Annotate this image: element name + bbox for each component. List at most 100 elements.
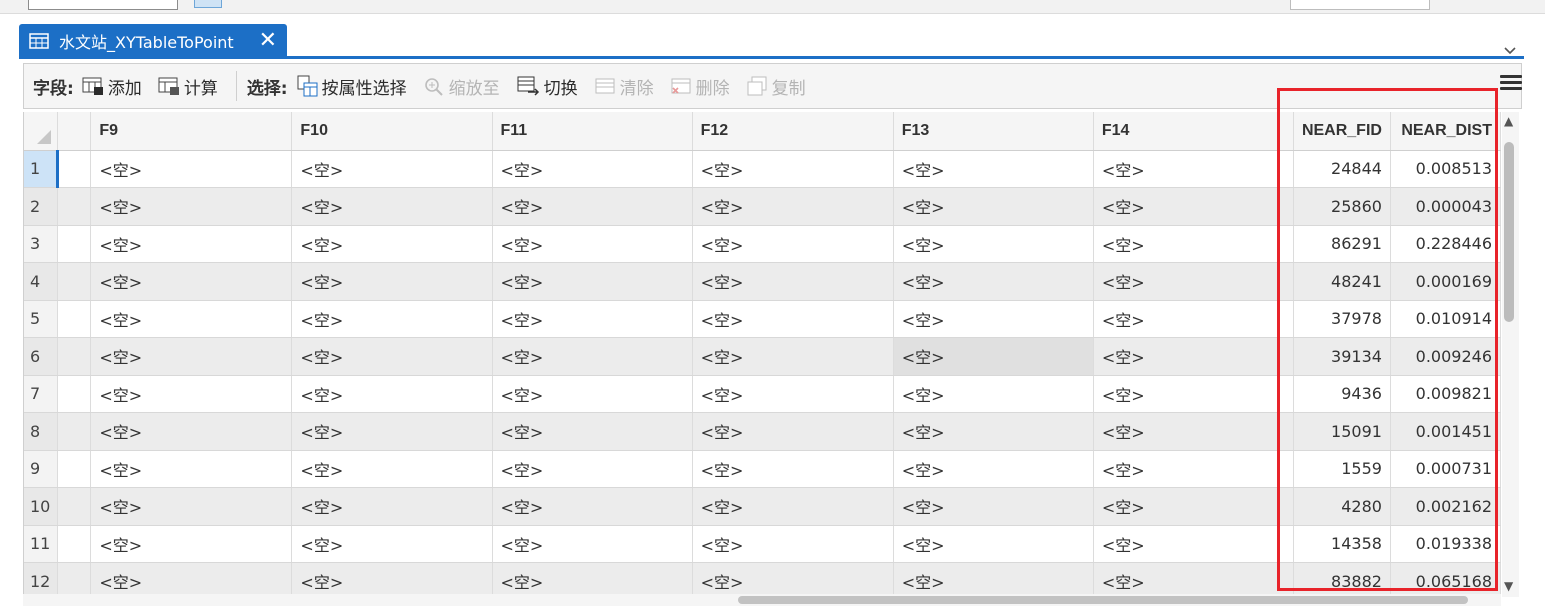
table-row[interactable]: 7 <空> <空> <空> <空> <空> <空> 9436 0.009821 [24,375,1501,413]
add-field-button[interactable]: 添加 [82,74,142,99]
table-cell[interactable]: <空> [90,562,293,597]
table-cell[interactable]: <空> [692,300,894,338]
near-fid-cell[interactable]: 86291 [1293,225,1391,263]
near-fid-cell[interactable]: 15091 [1293,412,1391,451]
table-cell[interactable]: <空> [1093,262,1294,301]
zoom-to-button[interactable]: 缩放至 [423,74,500,99]
select-by-attribute-button[interactable]: 按属性选择 [296,74,407,99]
table-cell[interactable]: <空> [692,562,894,597]
row-number[interactable]: 2 [24,187,59,226]
column-header[interactable]: F14 [1093,112,1294,151]
table-cell[interactable]: <空> [291,187,493,226]
table-row[interactable]: 12 <空> <空> <空> <空> <空> <空> 83882 0.065168 [24,562,1501,597]
near-fid-cell[interactable]: 48241 [1293,262,1391,301]
chevron-down-icon[interactable] [1502,42,1522,62]
near-fid-cell[interactable]: 83882 [1293,562,1391,597]
copy-button[interactable]: 复制 [746,74,806,99]
table-cell[interactable]: <空> [692,450,894,488]
column-header[interactable]: F9 [90,112,293,151]
table-cell[interactable]: <空> [90,525,293,563]
table-row[interactable]: 1 <空> <空> <空> <空> <空> <空> 24844 0.008513 [24,150,1501,188]
row-number[interactable]: 6 [24,337,59,376]
near-dist-cell[interactable]: 0.009821 [1390,375,1501,413]
table-cell[interactable]: <空> [893,150,1094,188]
clear-selection-button[interactable]: 清除 [594,74,654,99]
near-dist-cell[interactable]: 0.009246 [1390,337,1501,376]
table-cell[interactable]: <空> [893,562,1094,597]
table-cell[interactable]: <空> [1093,225,1294,263]
table-cell[interactable]: <空> [492,525,693,563]
near-fid-cell[interactable]: 4280 [1293,487,1391,526]
table-row[interactable]: 4 <空> <空> <空> <空> <空> <空> 48241 0.000169 [24,262,1501,301]
table-cell[interactable]: <空> [291,225,493,263]
menu-icon[interactable] [1500,72,1522,94]
table-cell[interactable]: <空> [90,150,293,188]
table-cell[interactable]: <空> [90,337,293,376]
table-cell[interactable]: <空> [692,225,894,263]
switch-selection-button[interactable]: 切换 [516,74,578,99]
table-cell[interactable]: <空> [492,337,693,376]
table-cell[interactable]: <空> [90,375,293,413]
horizontal-scroll-thumb[interactable] [738,596,1468,604]
table-cell[interactable]: <空> [1093,487,1294,526]
row-number[interactable]: 1 [24,150,59,188]
table-cell[interactable]: <空> [492,562,693,597]
table-row[interactable]: 8 <空> <空> <空> <空> <空> <空> 15091 0.001451 [24,412,1501,451]
table-row[interactable]: 10 <空> <空> <空> <空> <空> <空> 4280 0.002162 [24,487,1501,526]
near-fid-cell[interactable]: 24844 [1293,150,1391,188]
table-row[interactable]: 3 <空> <空> <空> <空> <空> <空> 86291 0.228446 [24,225,1501,263]
table-cell[interactable]: <空> [291,150,493,188]
table-cell[interactable]: <空> [893,225,1094,263]
scroll-down-icon[interactable]: ▼ [1504,579,1513,593]
table-cell[interactable]: <空> [291,300,493,338]
table-row[interactable]: 11 <空> <空> <空> <空> <空> <空> 14358 0.019338 [24,525,1501,563]
near-dist-cell[interactable]: 0.019338 [1390,525,1501,563]
table-cell[interactable]: <空> [291,337,493,376]
row-number[interactable]: 9 [24,450,59,488]
close-icon[interactable]: ✕ [259,30,277,52]
table-cell[interactable]: <空> [291,562,493,597]
near-dist-cell[interactable]: 0.008513 [1390,150,1501,188]
table-cell[interactable]: <空> [692,262,894,301]
table-cell[interactable]: <空> [492,412,693,451]
table-cell[interactable]: <空> [492,375,693,413]
scroll-up-icon[interactable]: ▲ [1504,114,1513,128]
delete-button[interactable]: 删除 [670,74,730,99]
table-cell[interactable]: <空> [1093,375,1294,413]
table-cell[interactable]: <空> [692,525,894,563]
table-tab[interactable]: 水文站_XYTableToPoint ✕ [19,24,287,58]
row-number[interactable]: 3 [24,225,59,263]
row-number[interactable]: 10 [24,487,59,526]
calculate-field-button[interactable]: 计算 [158,74,218,99]
table-cell[interactable]: <空> [291,375,493,413]
table-cell[interactable]: <空> [90,450,293,488]
table-cell[interactable]: <空> [492,150,693,188]
table-cell[interactable]: <空> [291,450,493,488]
table-cell[interactable]: <空> [893,525,1094,563]
table-cell[interactable]: <空> [893,337,1094,376]
vertical-scroll-thumb[interactable] [1504,142,1514,322]
select-all-corner[interactable] [24,112,59,151]
table-cell[interactable]: <空> [1093,150,1294,188]
table-cell[interactable]: <空> [692,150,894,188]
near-fid-cell[interactable]: 25860 [1293,187,1391,226]
table-row[interactable]: 6 <空> <空> <空> <空> <空> <空> 39134 0.009246 [24,337,1501,376]
table-row[interactable]: 9 <空> <空> <空> <空> <空> <空> 1559 0.000731 [24,450,1501,488]
table-cell[interactable]: <空> [492,450,693,488]
column-header[interactable]: F10 [291,112,493,151]
selected-tool-button[interactable] [194,0,222,8]
vertical-scrollbar[interactable]: ▲ ▼ [1502,112,1519,597]
table-cell[interactable]: <空> [692,187,894,226]
column-header-near-fid[interactable]: NEAR_FID [1293,112,1391,151]
near-fid-cell[interactable]: 9436 [1293,375,1391,413]
column-header-near-dist[interactable]: NEAR_DIST [1390,112,1501,151]
table-cell[interactable]: <空> [492,187,693,226]
table-cell[interactable]: <空> [1093,450,1294,488]
near-dist-cell[interactable]: 0.000169 [1390,262,1501,301]
table-cell[interactable]: <空> [893,487,1094,526]
table-cell[interactable]: <空> [492,487,693,526]
near-dist-cell[interactable]: 0.002162 [1390,487,1501,526]
table-cell[interactable]: <空> [90,412,293,451]
near-fid-cell[interactable]: 1559 [1293,450,1391,488]
table-cell[interactable]: <空> [893,375,1094,413]
